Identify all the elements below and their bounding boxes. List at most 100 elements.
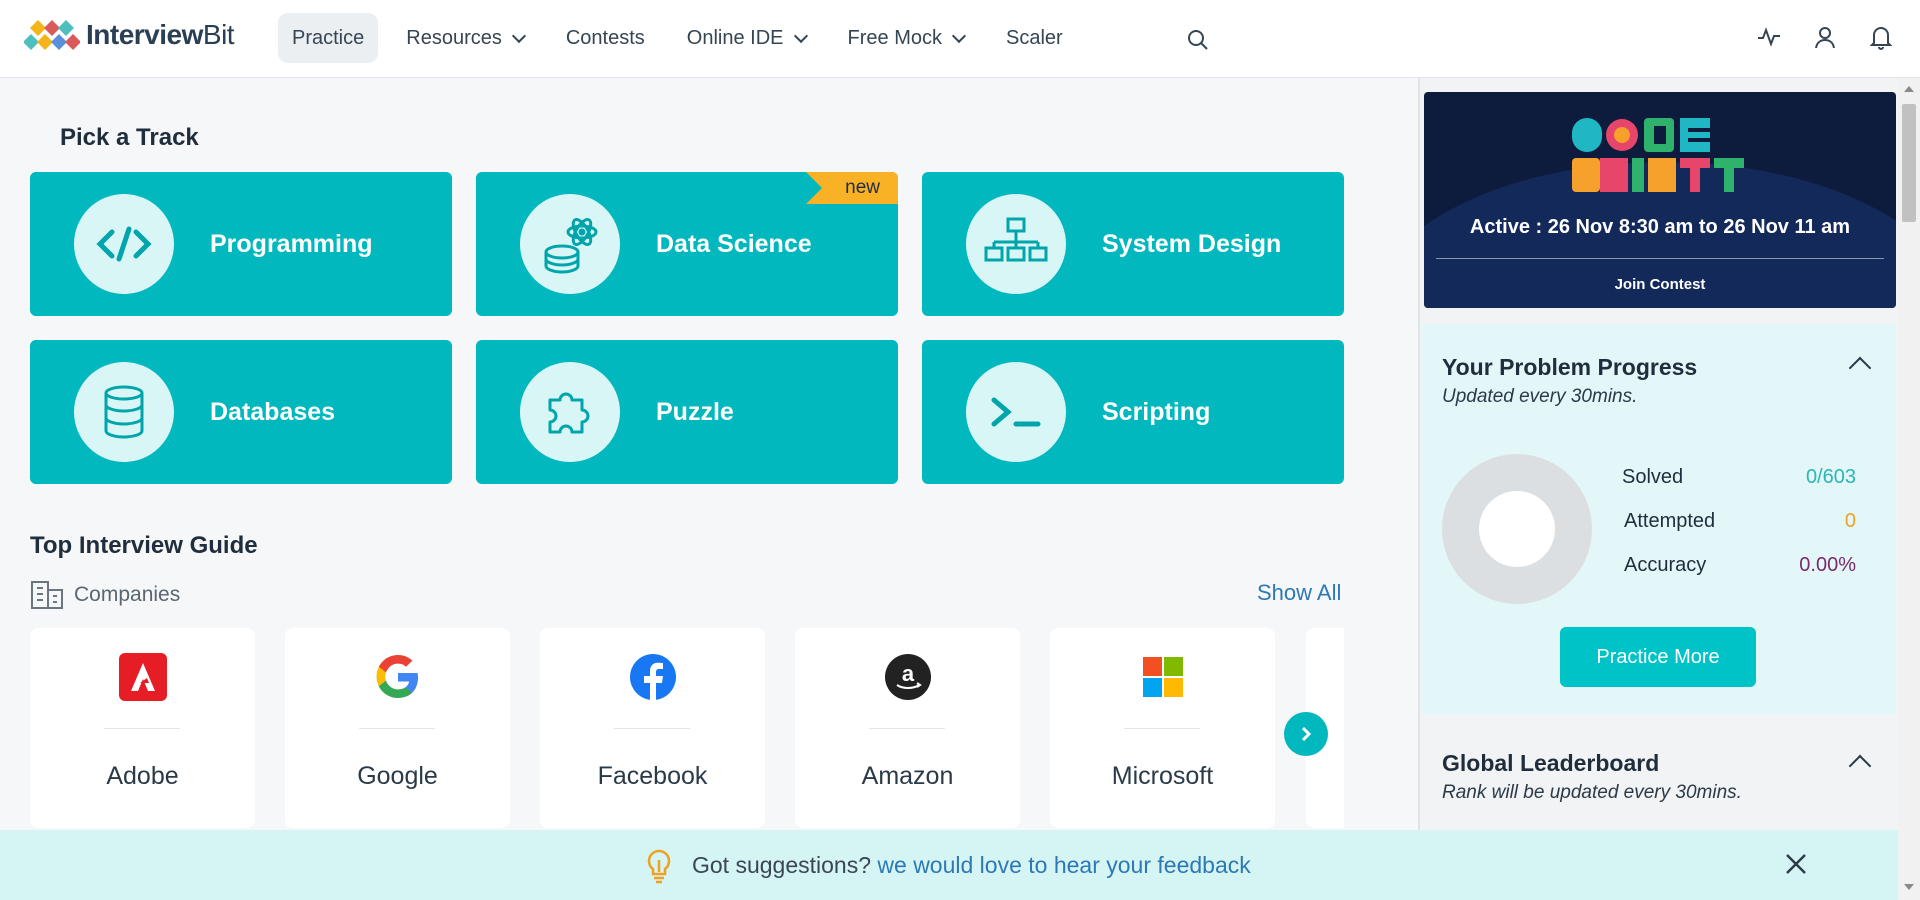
track-label: System Design bbox=[1102, 229, 1282, 258]
leaderboard-subtitle: Rank will be updated every 30mins. bbox=[1442, 782, 1742, 803]
banner-divider bbox=[1436, 258, 1884, 259]
contest-banner[interactable]: Active : 26 Nov 8:30 am to 26 Nov 11 am … bbox=[1424, 92, 1896, 308]
companies-label: Companies bbox=[74, 583, 181, 606]
track-databases[interactable]: Databases bbox=[30, 340, 452, 484]
progress-subtitle: Updated every 30mins. bbox=[1442, 386, 1638, 407]
lightbulb-icon bbox=[644, 848, 674, 889]
track-data-science[interactable]: Data Science new bbox=[476, 172, 898, 316]
top-navbar: InterviewBit Practice Resources Contests… bbox=[0, 0, 1920, 78]
activity-icon[interactable] bbox=[1756, 24, 1782, 55]
svg-text:a: a bbox=[901, 661, 914, 686]
data-science-icon bbox=[520, 194, 620, 294]
show-all-link[interactable]: Show All bbox=[1257, 580, 1341, 606]
chevron-down-icon bbox=[511, 28, 526, 43]
nav-scaler[interactable]: Scaler bbox=[992, 13, 1077, 63]
database-icon bbox=[74, 362, 174, 462]
nav-resources[interactable]: Resources bbox=[392, 13, 538, 63]
puzzle-icon bbox=[520, 362, 620, 462]
divider bbox=[359, 728, 435, 729]
right-sidebar: Active : 26 Nov 8:30 am to 26 Nov 11 am … bbox=[1418, 78, 1898, 900]
interviewbit-logo[interactable]: InterviewBit bbox=[24, 18, 235, 52]
logo-text: InterviewBit bbox=[86, 19, 235, 50]
divider bbox=[1124, 728, 1200, 729]
chevron-up-icon[interactable] bbox=[1848, 356, 1872, 380]
company-card-facebook[interactable]: Facebook bbox=[540, 628, 765, 828]
progress-donut-chart bbox=[1442, 454, 1592, 604]
track-programming[interactable]: Programming bbox=[30, 172, 452, 316]
donut-hole bbox=[1479, 491, 1555, 567]
nav-free-mock[interactable]: Free Mock bbox=[834, 13, 978, 63]
stat-attempted-value: 0 bbox=[1844, 510, 1856, 532]
microsoft-logo-icon bbox=[1138, 652, 1188, 702]
pick-track-title: Pick a Track bbox=[60, 124, 199, 151]
company-name: Google bbox=[357, 762, 438, 790]
company-card-amazon[interactable]: a Amazon bbox=[795, 628, 1020, 828]
company-name: Facebook bbox=[597, 762, 708, 790]
stat-solved-label: Solved bbox=[1622, 466, 1684, 488]
logo-mark-icon bbox=[24, 20, 80, 50]
track-label: Programming bbox=[210, 229, 373, 258]
company-card-microsoft[interactable]: Microsoft bbox=[1050, 628, 1275, 828]
building-icon bbox=[31, 581, 63, 609]
feedback-bar: Got suggestions? we would love to hear y… bbox=[0, 830, 1898, 900]
chevron-down-icon bbox=[793, 28, 808, 43]
code-drift-logo bbox=[1572, 118, 1744, 192]
bell-icon[interactable] bbox=[1868, 24, 1894, 55]
header-actions bbox=[1756, 24, 1894, 55]
main-content: Pick a Track Programming Data Science ne… bbox=[0, 78, 1418, 900]
chevron-up-icon[interactable] bbox=[1848, 754, 1872, 778]
main-nav: Practice Resources Contests Online IDE F… bbox=[278, 13, 1091, 63]
progress-title: Your Problem Progress bbox=[1442, 354, 1698, 380]
scroll-up-arrow-icon[interactable] bbox=[1904, 86, 1914, 92]
chevron-right-icon bbox=[1301, 726, 1312, 742]
nav-contests[interactable]: Contests bbox=[552, 13, 659, 63]
amazon-logo-icon: a bbox=[883, 652, 933, 702]
track-label: Puzzle bbox=[656, 397, 734, 426]
leaderboard-title: Global Leaderboard bbox=[1442, 750, 1660, 776]
google-logo-icon bbox=[373, 652, 423, 702]
scroll-thumb[interactable] bbox=[1902, 104, 1916, 222]
company-name: Adobe bbox=[106, 762, 179, 790]
stat-attempted-label: Attempted bbox=[1624, 510, 1716, 532]
nav-practice[interactable]: Practice bbox=[278, 13, 379, 63]
track-scripting[interactable]: Scripting bbox=[922, 340, 1344, 484]
top-interview-guide-title: Top Interview Guide bbox=[30, 532, 258, 559]
divider bbox=[869, 728, 945, 729]
feedback-prompt: Got suggestions? bbox=[692, 852, 872, 878]
code-icon bbox=[74, 194, 174, 294]
feedback-text: Got suggestions? we would love to hear y… bbox=[692, 852, 1251, 879]
track-puzzle[interactable]: Puzzle bbox=[476, 340, 898, 484]
join-contest-button[interactable]: Join Contest bbox=[1424, 276, 1896, 293]
divider bbox=[104, 728, 180, 729]
company-card-google[interactable]: Google bbox=[285, 628, 510, 828]
adobe-logo-icon bbox=[118, 652, 168, 702]
company-name: Amazon bbox=[861, 762, 954, 790]
companies-next-button[interactable] bbox=[1284, 712, 1328, 756]
track-label: Databases bbox=[210, 397, 336, 426]
track-system-design[interactable]: System Design bbox=[922, 172, 1344, 316]
feedback-link[interactable]: we would love to hear your feedback bbox=[877, 852, 1250, 878]
facebook-logo-icon bbox=[628, 652, 678, 702]
track-label: Scripting bbox=[1102, 397, 1211, 426]
problem-progress-panel: Your Problem Progress Updated every 30mi… bbox=[1422, 324, 1896, 714]
divider bbox=[614, 728, 690, 729]
search-icon[interactable] bbox=[1186, 28, 1210, 57]
stat-accuracy-label: Accuracy bbox=[1624, 554, 1707, 576]
hierarchy-icon bbox=[966, 194, 1066, 294]
company-name: Microsoft bbox=[1111, 762, 1214, 790]
page-scrollbar[interactable] bbox=[1898, 78, 1920, 900]
user-icon[interactable] bbox=[1812, 24, 1838, 55]
companies-header: Companies bbox=[30, 580, 180, 610]
scroll-down-arrow-icon[interactable] bbox=[1904, 884, 1914, 890]
company-card-adobe[interactable]: Adobe bbox=[30, 628, 255, 828]
nav-online-ide[interactable]: Online IDE bbox=[673, 13, 820, 63]
terminal-icon bbox=[966, 362, 1066, 462]
stat-solved-value: 0/603 bbox=[1805, 466, 1856, 488]
contest-active-text: Active : 26 Nov 8:30 am to 26 Nov 11 am bbox=[1469, 216, 1851, 238]
stat-accuracy-value: 0.00% bbox=[1799, 554, 1856, 576]
practice-more-button[interactable]: Practice More bbox=[1560, 627, 1756, 687]
chevron-down-icon bbox=[951, 28, 967, 43]
close-icon[interactable] bbox=[1784, 852, 1808, 881]
track-label: Data Science bbox=[656, 229, 812, 258]
new-badge: new bbox=[806, 172, 898, 204]
